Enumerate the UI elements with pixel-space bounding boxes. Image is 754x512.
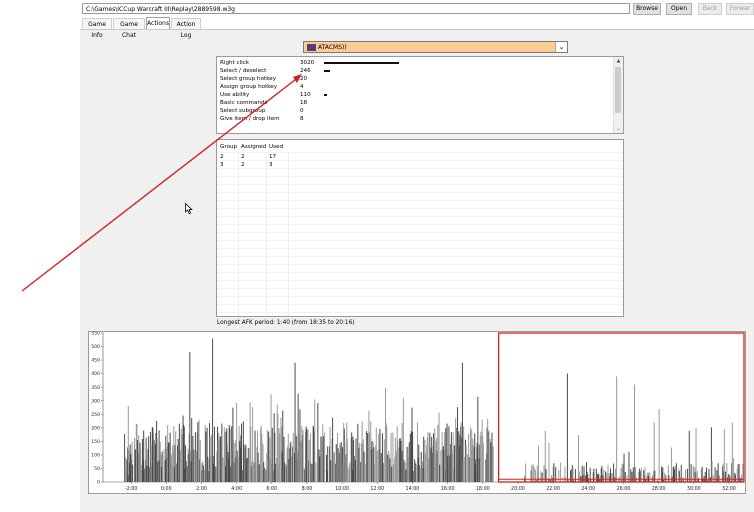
annotation-overlay	[21, 74, 302, 292]
mouse-cursor-icon	[185, 203, 193, 215]
red-arrow-line	[21, 75, 301, 292]
red-arrow-head	[293, 74, 302, 83]
